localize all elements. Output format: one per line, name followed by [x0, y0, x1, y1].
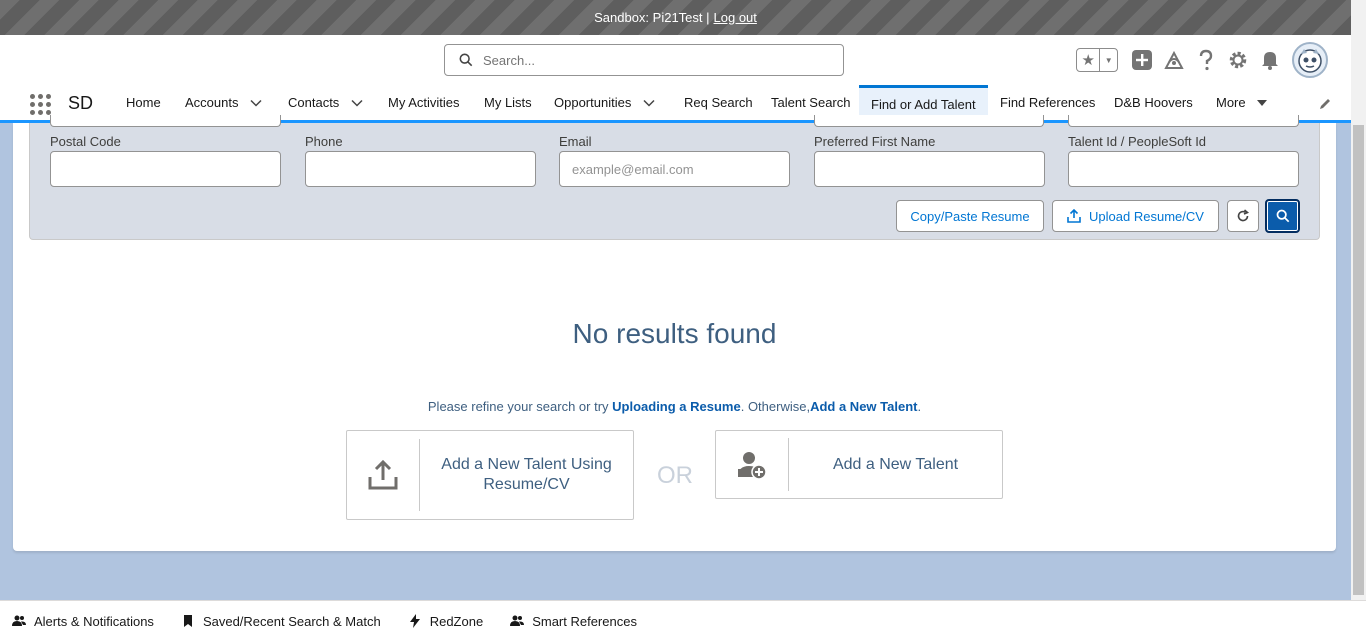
- copy-paste-resume-label: Copy/Paste Resume: [910, 208, 1030, 224]
- utility-bar: Alerts & Notifications Saved/Recent Sear…: [0, 600, 1366, 641]
- utility-label: RedZone: [429, 613, 484, 629]
- sandbox-banner: Sandbox: Pi21Test | Log out: [0, 0, 1351, 35]
- search-button[interactable]: [1265, 199, 1300, 233]
- hint-text: Please refine your search or try: [427, 399, 613, 414]
- add-new-talent-link[interactable]: Add a New Talent: [810, 399, 917, 414]
- pencil-icon[interactable]: [1318, 97, 1332, 111]
- phone-label: Phone: [305, 134, 343, 149]
- copy-paste-resume-button[interactable]: Copy/Paste Resume: [896, 200, 1044, 232]
- phone-field: Phone: [305, 134, 536, 187]
- upload-icon: [368, 459, 398, 490]
- add-user-icon: [738, 451, 767, 480]
- preferred-first-name-label: Preferred First Name: [814, 134, 936, 149]
- people-icon: [12, 615, 26, 626]
- utility-redzone[interactable]: RedZone: [408, 614, 483, 629]
- trailhead-icon[interactable]: [1158, 44, 1190, 76]
- utility-label: Smart References: [532, 613, 637, 629]
- utility-alerts-notifications[interactable]: Alerts & Notifications: [12, 614, 154, 629]
- global-search-input[interactable]: Search...: [444, 44, 844, 76]
- upload-icon-wrap: [347, 439, 420, 511]
- partial-input[interactable]: [1068, 115, 1299, 127]
- chevron-down-icon[interactable]: [643, 97, 655, 109]
- add-user-icon-wrap: [716, 438, 789, 491]
- talent-id-input[interactable]: [1068, 151, 1299, 187]
- utility-saved-recent-search[interactable]: Saved/Recent Search & Match: [181, 614, 381, 629]
- chevron-down-icon[interactable]: [250, 97, 263, 109]
- or-separator: OR: [657, 462, 693, 489]
- preferred-first-name-input[interactable]: [814, 151, 1045, 187]
- upload-resume-label: Upload Resume/CV: [1089, 208, 1204, 224]
- partial-input[interactable]: [50, 115, 281, 127]
- sandbox-label: Sandbox: Pi21Test |: [594, 10, 710, 25]
- utility-label: Saved/Recent Search & Match: [202, 613, 381, 629]
- add-talent-resume-label: Add a New Talent Using Resume/CV: [441, 456, 612, 493]
- find-talent-card: Postal Code Phone Email Preferred First …: [13, 115, 1336, 551]
- favorites-button[interactable]: ★ ▼: [1076, 48, 1118, 72]
- uploading-resume-link[interactable]: Uploading a Resume: [612, 399, 741, 414]
- no-results-hint: Please refine your search or try Uploadi…: [13, 399, 1336, 414]
- email-field: Email: [559, 134, 790, 187]
- people-icon: [510, 615, 525, 626]
- help-icon[interactable]: [1190, 44, 1222, 76]
- page-scrollbar[interactable]: [1351, 0, 1366, 600]
- global-actions-icon[interactable]: [1126, 44, 1158, 76]
- utility-smart-references[interactable]: Smart References: [510, 614, 637, 629]
- caret-down-icon[interactable]: [1256, 97, 1268, 109]
- user-avatar[interactable]: [1292, 42, 1328, 78]
- star-icon[interactable]: ★: [1077, 49, 1101, 71]
- nav-item-req-search[interactable]: Req Search: [684, 85, 753, 120]
- search-placeholder: Search...: [483, 52, 536, 68]
- search-filter-panel: Postal Code Phone Email Preferred First …: [29, 115, 1320, 240]
- reset-button[interactable]: [1227, 200, 1259, 232]
- nav-item-my-activities[interactable]: My Activities: [388, 85, 460, 120]
- global-header: Search... ★ ▼: [0, 35, 1351, 85]
- nav-item-opportunities[interactable]: Opportunities: [554, 85, 655, 120]
- scrollbar-thumb[interactable]: [1353, 125, 1364, 595]
- postal-code-label: Postal Code: [50, 134, 121, 149]
- chevron-down-icon[interactable]: [351, 97, 363, 109]
- search-icon: [1276, 209, 1289, 223]
- bell-icon[interactable]: [1254, 44, 1286, 76]
- lightning-icon: [409, 614, 420, 628]
- bookmark-icon: [183, 615, 192, 627]
- hint-text: . Otherwise,: [740, 399, 811, 414]
- add-new-talent-card[interactable]: Add a New Talent: [715, 430, 1003, 499]
- gear-icon[interactable]: [1222, 44, 1254, 76]
- search-icon: [459, 53, 473, 67]
- add-new-talent-label: Add a New Talent: [832, 455, 959, 473]
- postal-code-input[interactable]: [50, 151, 281, 187]
- postal-code-field: Postal Code: [50, 134, 281, 187]
- email-input[interactable]: [559, 151, 790, 187]
- caret-down-icon[interactable]: ▼: [1100, 49, 1117, 71]
- upload-icon: [1067, 209, 1081, 223]
- add-talent-resume-card[interactable]: Add a New Talent Using Resume/CV: [346, 430, 634, 520]
- logout-link[interactable]: Log out: [714, 10, 757, 25]
- preferred-first-name-field: Preferred First Name: [814, 134, 1045, 187]
- upload-resume-button[interactable]: Upload Resume/CV: [1052, 200, 1219, 232]
- partial-input[interactable]: [814, 115, 1044, 127]
- nav-item-my-lists[interactable]: My Lists: [484, 85, 532, 120]
- talent-id-label: Talent Id / PeopleSoft Id: [1068, 134, 1207, 149]
- header-icons: ★ ▼: [1076, 42, 1328, 78]
- refresh-icon: [1237, 209, 1250, 222]
- nav-item-contacts[interactable]: Contacts: [288, 85, 363, 120]
- hint-text: .: [917, 399, 922, 414]
- no-results-title: No results found: [572, 318, 777, 349]
- app-name: SD: [68, 93, 94, 113]
- app-launcher-icon[interactable]: [30, 94, 51, 115]
- email-label: Email: [559, 134, 592, 149]
- phone-input[interactable]: [305, 151, 536, 187]
- talent-id-field: Talent Id / PeopleSoft Id: [1068, 134, 1299, 187]
- utility-label: Alerts & Notifications: [34, 613, 154, 629]
